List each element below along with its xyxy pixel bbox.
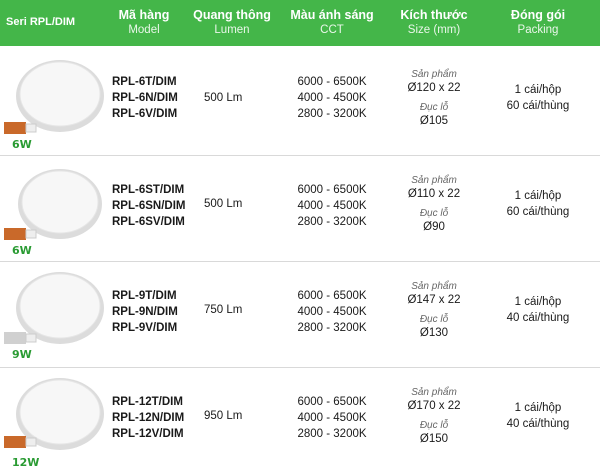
model-list: RPL-9T/DIM RPL-9N/DIM RPL-9V/DIM	[112, 288, 178, 336]
model-code: RPL-9T/DIM	[112, 290, 177, 302]
model-code: RPL-12T/DIM	[112, 396, 183, 408]
header-model-title: Mã hàng	[118, 8, 170, 22]
cutout-label: Đục lỗ	[419, 314, 449, 325]
product-size-value: Ø110 x 22	[407, 188, 461, 200]
packing-carton: 40 cái/thùng	[506, 312, 570, 324]
cutout-label: Đục lỗ	[419, 420, 449, 431]
size-info: Sản phẩm Ø170 x 22 Đục lỗ Ø150	[394, 386, 474, 446]
series-title: Seri RPL/DIM	[6, 16, 76, 28]
model-code: RPL-9V/DIM	[112, 322, 178, 334]
cct-list: 6000 - 6500K 4000 - 4500K 2800 - 3200K	[283, 288, 381, 336]
product-size-label: Sản phẩm	[411, 387, 457, 398]
packing-info: 1 cái/hộp 60 cái/thùng	[490, 188, 586, 220]
product-size-value: Ø120 x 22	[407, 82, 461, 94]
header-lumen-title: Quang thông	[193, 8, 271, 22]
model-code: RPL-12V/DIM	[112, 428, 184, 440]
size-info: Sản phẩm Ø110 x 22 Đục lỗ Ø90	[394, 174, 474, 234]
cct-value: 2800 - 3200K	[297, 428, 367, 440]
header-packing: Đóng gói Packing	[490, 0, 586, 46]
product-size-value: Ø147 x 22	[407, 294, 461, 306]
model-code: RPL-6N/DIM	[112, 92, 178, 104]
table-row: 6W RPL-6T/DIM RPL-6N/DIM RPL-6V/DIM 500 …	[0, 46, 600, 154]
downlight-product-image	[4, 60, 104, 134]
cutout-value: Ø105	[419, 115, 449, 127]
cct-value: 2800 - 3200K	[297, 108, 367, 120]
packing-box: 1 cái/hộp	[514, 402, 562, 414]
header-lumen-sub: Lumen	[214, 24, 250, 36]
header-model-sub: Model	[128, 24, 160, 36]
downlight-product-image	[4, 378, 104, 450]
table-row: 12W RPL-12T/DIM RPL-12N/DIM RPL-12V/DIM …	[0, 368, 600, 473]
downlight-product-image	[4, 272, 104, 344]
cct-value: 4000 - 4500K	[297, 412, 367, 424]
cct-value: 4000 - 4500K	[297, 92, 367, 104]
product-size-label: Sản phẩm	[411, 281, 457, 292]
cutout-value: Ø90	[423, 221, 445, 233]
cct-list: 6000 - 6500K 4000 - 4500K 2800 - 3200K	[283, 394, 381, 442]
header-size-title: Kích thước	[400, 8, 468, 22]
model-code: RPL-6ST/DIM	[112, 184, 185, 196]
product-size-value: Ø170 x 22	[407, 400, 461, 412]
table-row: 6W RPL-6ST/DIM RPL-6SN/DIM RPL-6SV/DIM 5…	[0, 156, 600, 260]
watt-label: 12W	[12, 456, 40, 469]
cct-value: 6000 - 6500K	[297, 396, 367, 408]
cct-list: 6000 - 6500K 4000 - 4500K 2800 - 3200K	[283, 74, 381, 122]
model-code: RPL-6V/DIM	[112, 108, 178, 120]
model-list: RPL-6ST/DIM RPL-6SN/DIM RPL-6SV/DIM	[112, 182, 185, 230]
header-lumen: Quang thông Lumen	[186, 0, 278, 46]
model-code: RPL-6T/DIM	[112, 76, 177, 88]
lumen-value: 500 Lm	[204, 198, 243, 210]
packing-box: 1 cái/hộp	[514, 84, 562, 96]
model-list: RPL-6T/DIM RPL-6N/DIM RPL-6V/DIM	[112, 74, 178, 122]
cct-value: 4000 - 4500K	[297, 306, 367, 318]
downlight-product-image	[4, 169, 102, 240]
cutout-value: Ø150	[419, 433, 449, 445]
header-size: Kích thước Size (mm)	[390, 0, 478, 46]
packing-carton: 60 cái/thùng	[506, 206, 570, 218]
header-model: Mã hàng Model	[100, 0, 188, 46]
cct-value: 6000 - 6500K	[297, 290, 367, 302]
header-packing-sub: Packing	[517, 24, 559, 36]
lumen-value: 750 Lm	[204, 304, 243, 316]
packing-carton: 60 cái/thùng	[506, 100, 570, 112]
header-packing-title: Đóng gói	[510, 8, 566, 22]
cct-value: 6000 - 6500K	[297, 76, 367, 88]
model-list: RPL-12T/DIM RPL-12N/DIM RPL-12V/DIM	[112, 394, 184, 442]
lumen-value: 950 Lm	[204, 410, 243, 422]
packing-box: 1 cái/hộp	[514, 190, 562, 202]
lumen-value: 500 Lm	[204, 92, 243, 104]
table-header: Seri RPL/DIM Mã hàng Model Quang thông L…	[0, 0, 600, 46]
header-cct: Màu ánh sáng CCT	[283, 0, 381, 46]
size-info: Sản phẩm Ø120 x 22 Đục lỗ Ø105	[394, 68, 474, 128]
watt-label: 6W	[12, 138, 32, 151]
header-size-sub: Size (mm)	[407, 24, 461, 36]
cutout-label: Đục lỗ	[419, 208, 449, 219]
header-cct-sub: CCT	[320, 24, 344, 36]
model-code: RPL-12N/DIM	[112, 412, 185, 424]
cct-value: 2800 - 3200K	[297, 216, 367, 228]
watt-label: 6W	[12, 244, 32, 257]
packing-info: 1 cái/hộp 40 cái/thùng	[490, 294, 586, 326]
cutout-label: Đục lỗ	[419, 102, 449, 113]
cutout-value: Ø130	[419, 327, 449, 339]
packing-info: 1 cái/hộp 40 cái/thùng	[490, 400, 586, 432]
table-row: 9W RPL-9T/DIM RPL-9N/DIM RPL-9V/DIM 750 …	[0, 262, 600, 366]
model-code: RPL-9N/DIM	[112, 306, 178, 318]
product-size-label: Sản phẩm	[411, 175, 457, 186]
packing-box: 1 cái/hộp	[514, 296, 562, 308]
model-code: RPL-6SV/DIM	[112, 216, 185, 228]
watt-label: 9W	[12, 348, 32, 361]
packing-info: 1 cái/hộp 60 cái/thùng	[490, 82, 586, 114]
size-info: Sản phẩm Ø147 x 22 Đục lỗ Ø130	[394, 280, 474, 340]
model-code: RPL-6SN/DIM	[112, 200, 186, 212]
header-cct-title: Màu ánh sáng	[290, 8, 374, 22]
cct-list: 6000 - 6500K 4000 - 4500K 2800 - 3200K	[283, 182, 381, 230]
packing-carton: 40 cái/thùng	[506, 418, 570, 430]
product-size-label: Sản phẩm	[411, 69, 457, 80]
cct-value: 6000 - 6500K	[297, 184, 367, 196]
cct-value: 4000 - 4500K	[297, 200, 367, 212]
cct-value: 2800 - 3200K	[297, 322, 367, 334]
